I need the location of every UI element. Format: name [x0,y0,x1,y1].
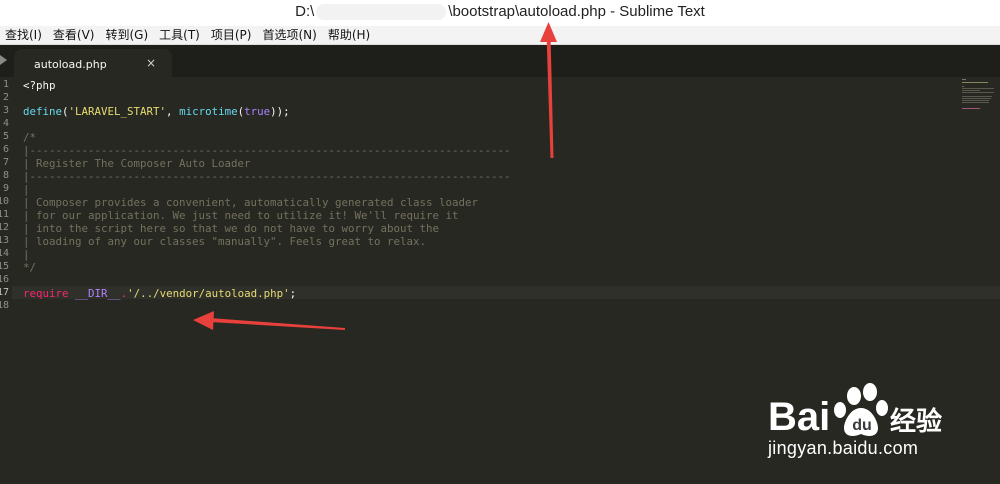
arrow-to-title [540,22,557,158]
watermark-brand-suffix: 经验 [890,406,942,437]
arrow-to-require-line [193,311,345,330]
watermark-brand: Bai [768,395,830,439]
watermark-url: jingyan.baidu.com [768,438,919,458]
paw-du-text: du [852,417,872,434]
